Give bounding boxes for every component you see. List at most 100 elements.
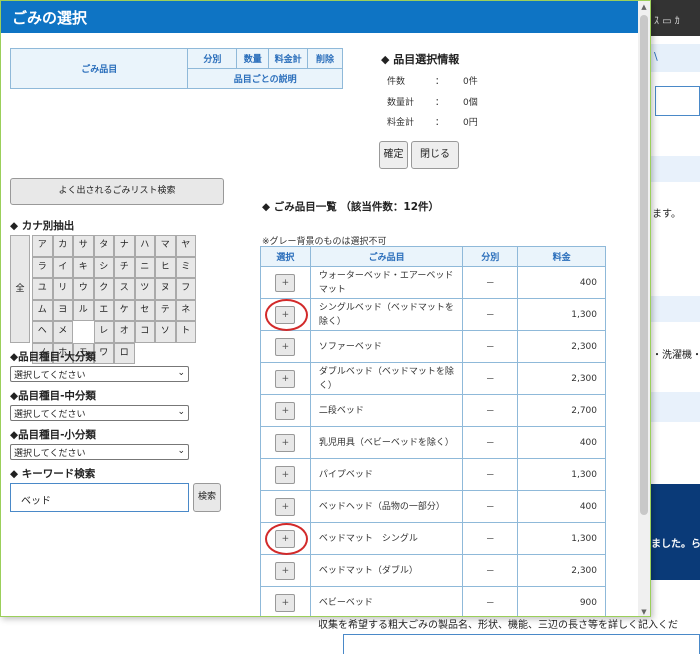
scroll-up-icon[interactable]: ▲ (638, 1, 650, 13)
table-row: + ベッドヘッド（品物の一部分）－ 400 (260, 490, 606, 523)
category-mid-title: ◆品目種目-中分類 (10, 390, 96, 402)
background-instruction: 収集を希望する粗大ごみの製品名、形状、機能、三辺の長さ等を詳しく記入くだ (318, 620, 678, 631)
confirm-button[interactable]: 確定 (379, 141, 408, 169)
kana-button[interactable]: レ (93, 321, 114, 343)
kana-button[interactable]: ト (175, 321, 196, 343)
kana-button[interactable]: メ (52, 321, 73, 343)
close-button[interactable]: 閉じる (411, 141, 459, 169)
kana-button[interactable]: シ (93, 256, 114, 278)
keyword-search-button[interactable]: 検索 (193, 483, 221, 512)
col-category-header: 分別 (462, 246, 519, 267)
item-category: － (462, 522, 519, 555)
background-textarea[interactable] (343, 634, 700, 654)
kana-button[interactable]: ロ (114, 342, 135, 364)
kana-button[interactable]: ウ (73, 278, 94, 300)
kana-button[interactable]: エ (93, 299, 114, 321)
kana-button[interactable]: ワ (93, 342, 114, 364)
item-fee: 400 (517, 490, 606, 523)
category-large-select[interactable]: 選択してください ⌄ (10, 366, 189, 382)
kana-button[interactable]: チ (114, 256, 135, 278)
item-fee: 2,300 (517, 330, 606, 363)
frequent-list-search-button[interactable]: よく出されるごみリスト検索 (10, 178, 224, 205)
add-item-button[interactable]: + (275, 593, 296, 612)
select-cell: + (260, 426, 311, 459)
modal-scrollbar[interactable]: ▲ ▼ (638, 1, 650, 616)
kana-button[interactable]: セ (134, 299, 155, 321)
chevron-down-icon: ⌄ (177, 446, 185, 456)
add-item-button[interactable]: + (275, 369, 296, 388)
category-mid-select[interactable]: 選択してください ⌄ (10, 405, 189, 421)
scroll-down-icon[interactable]: ▼ (638, 606, 650, 616)
kana-button[interactable]: ス (114, 278, 135, 300)
kana-button[interactable]: ユ (32, 278, 53, 300)
kana-button[interactable]: サ (73, 235, 94, 257)
kana-button[interactable]: ラ (32, 256, 53, 278)
kana-button[interactable]: ム (32, 299, 53, 321)
scroll-thumb[interactable] (640, 15, 648, 515)
selected-delete-header: 削除 (307, 48, 343, 69)
item-fee: 1,300 (517, 458, 606, 491)
kana-button[interactable]: ナ (114, 235, 135, 257)
select-cell: + (260, 554, 311, 587)
info-fee-row: 料金計： 0円 (387, 118, 478, 128)
add-item-button[interactable]: + (275, 465, 296, 484)
kana-button[interactable]: コ (134, 321, 155, 343)
item-fee: 400 (517, 266, 606, 299)
item-category: － (462, 266, 519, 299)
chevron-down-icon: ⌄ (177, 368, 185, 378)
kana-button[interactable]: リ (52, 278, 73, 300)
kana-button[interactable]: ハ (134, 235, 155, 257)
kana-button[interactable]: カ (52, 235, 73, 257)
chevron-down-icon: ⌄ (177, 407, 185, 417)
kana-button[interactable]: ヨ (52, 299, 73, 321)
keyword-input[interactable]: ベッド (10, 483, 189, 512)
selected-quantity-header: 数量 (236, 48, 270, 69)
item-name: ベッドマット（ダブル） (309, 554, 464, 587)
selected-item-header: ごみ品目 (9, 48, 189, 89)
kana-button[interactable]: マ (155, 235, 176, 257)
add-item-button[interactable]: + (275, 497, 296, 516)
add-item-button[interactable]: + (275, 401, 296, 420)
table-row: + ダブルベッド（ベッドマットを除 く）－ 2,300 (260, 362, 606, 395)
item-fee: 2,700 (517, 394, 606, 427)
kana-button[interactable]: オ (114, 321, 135, 343)
kana-button[interactable]: ケ (114, 299, 135, 321)
add-item-button[interactable]: + (275, 337, 296, 356)
highlight-circle (265, 299, 308, 331)
category-small-select[interactable]: 選択してください ⌄ (10, 444, 189, 460)
add-item-button[interactable]: + (275, 273, 296, 292)
kana-all-button[interactable]: 全 (10, 235, 30, 343)
kana-button[interactable]: キ (73, 256, 94, 278)
kana-button[interactable]: ア (32, 235, 53, 257)
kana-button[interactable]: ヤ (175, 235, 196, 257)
kana-button[interactable]: ヒ (155, 256, 176, 278)
kana-button[interactable]: ヌ (155, 278, 176, 300)
item-fee: 1,300 (517, 298, 606, 331)
kana-button (73, 321, 94, 343)
kana-button[interactable]: ツ (134, 278, 155, 300)
kana-button[interactable]: ソ (155, 321, 176, 343)
item-fee: 400 (517, 426, 606, 459)
kana-button[interactable]: ミ (175, 256, 196, 278)
kana-button[interactable]: ネ (175, 299, 196, 321)
kana-button[interactable]: ヘ (32, 321, 53, 343)
kana-button[interactable]: タ (93, 235, 114, 257)
category-small-title: ◆品目種目-小分類 (10, 429, 96, 441)
kana-button[interactable]: ル (73, 299, 94, 321)
kana-button[interactable]: フ (175, 278, 196, 300)
background-text: ・洗濯機・ (652, 350, 700, 361)
add-item-button[interactable]: + (275, 561, 296, 580)
kana-button[interactable]: イ (52, 256, 73, 278)
item-name: ベッドマット シングル (309, 522, 464, 555)
item-name: ダブルベッド（ベッドマットを除 く） (309, 362, 464, 395)
modal-title: ごみの選択 (1, 1, 650, 33)
item-category: － (462, 394, 519, 427)
add-item-button[interactable]: + (275, 433, 296, 452)
kana-button[interactable]: テ (155, 299, 176, 321)
kana-button[interactable]: ク (93, 278, 114, 300)
table-row: + ウォーターベッド・エアーベッド マット－ 400 (260, 266, 606, 299)
item-name: ベビーベッド (309, 586, 464, 616)
item-category: － (462, 458, 519, 491)
kana-button[interactable]: ニ (134, 256, 155, 278)
background-tab: \ (650, 44, 700, 72)
